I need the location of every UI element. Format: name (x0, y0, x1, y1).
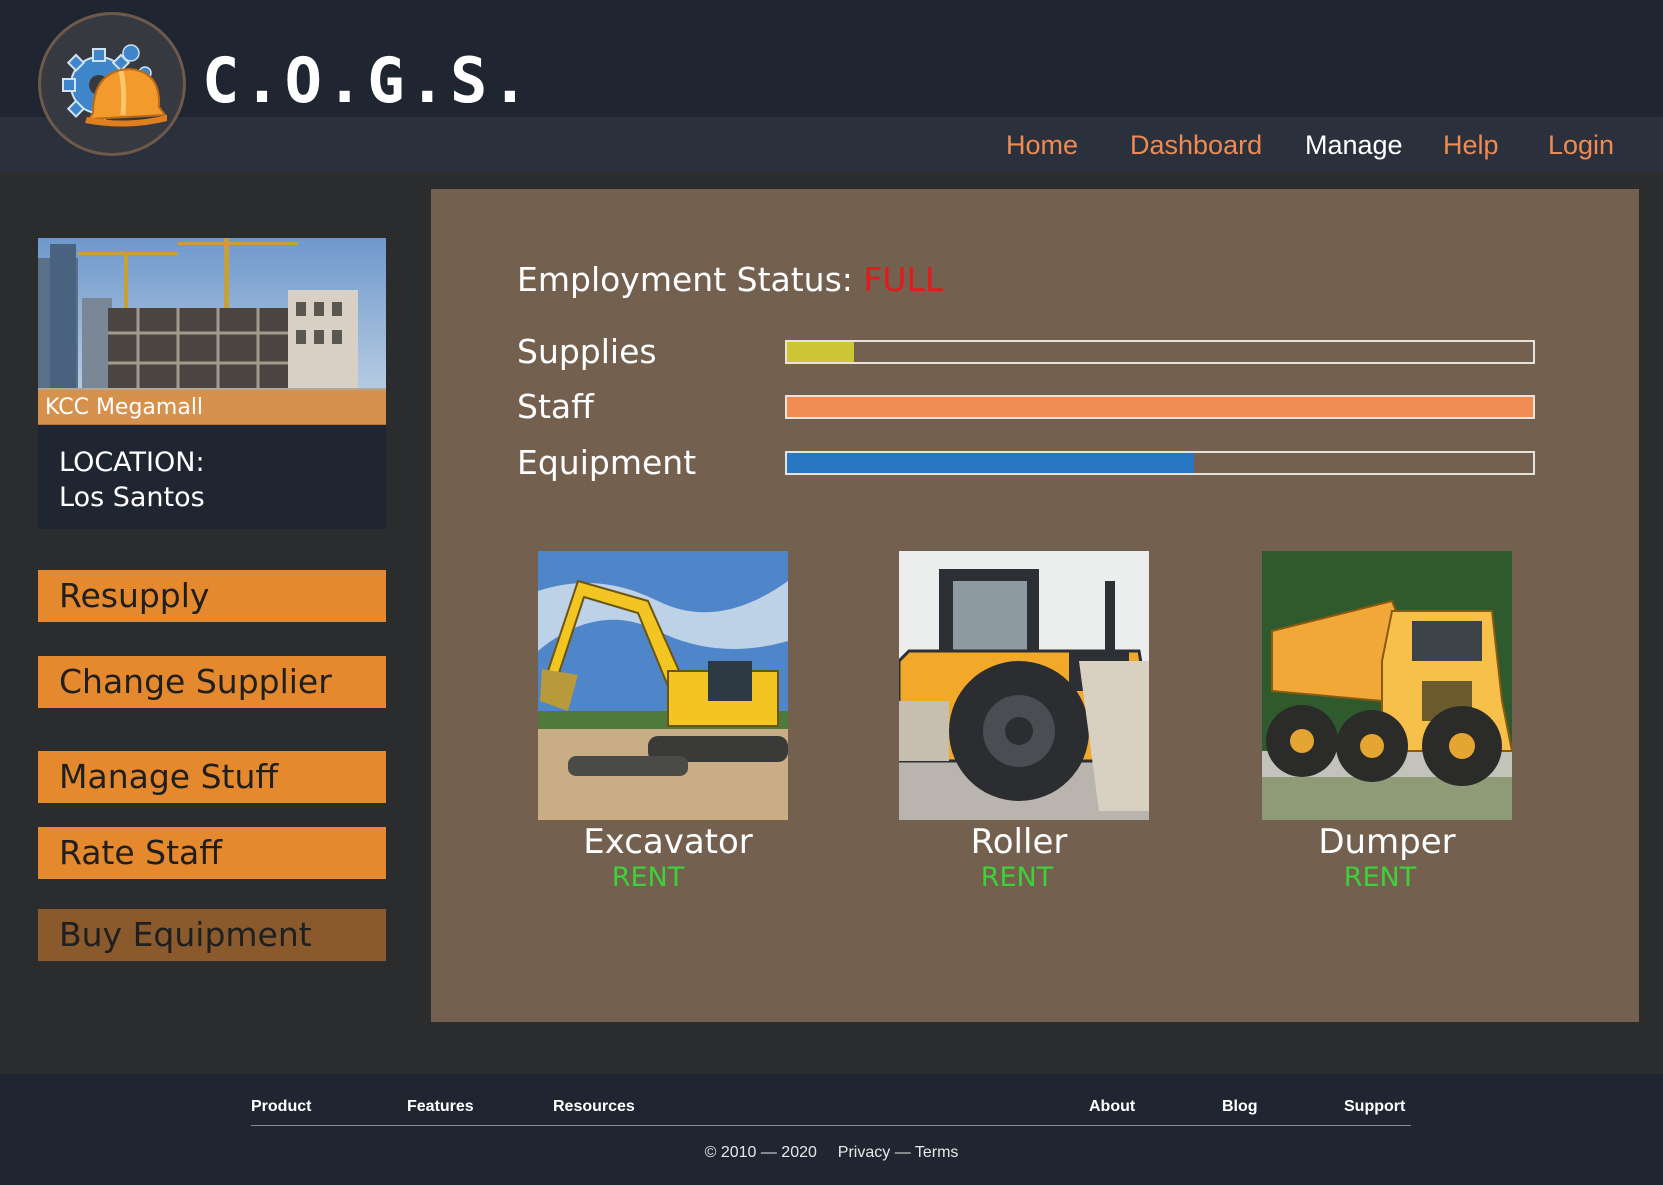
nav-manage[interactable]: Manage (1305, 123, 1403, 167)
nav-help[interactable]: Help (1443, 123, 1499, 167)
employment-status-value: FULL (863, 260, 944, 299)
excavator-name: Excavator (583, 822, 753, 862)
rent-excavator-button[interactable]: RENT (523, 862, 773, 894)
brand-name: C.O.G.S. (202, 44, 533, 117)
footer-divider (251, 1125, 1411, 1126)
rate-staff-button[interactable]: Rate Staff (38, 827, 386, 879)
employment-status-label: Employment Status: (517, 260, 853, 299)
location-value: Los Santos (59, 482, 205, 513)
dumper-name: Dumper (1318, 822, 1456, 862)
equipment-bar (785, 451, 1535, 475)
staff-bar-fill (787, 397, 1533, 417)
rent-dumper-button[interactable]: RENT (1255, 862, 1505, 894)
footer-link-about[interactable]: About (1089, 1096, 1135, 1118)
location-label: LOCATION: (59, 447, 205, 478)
nav-dashboard[interactable]: Dashboard (1130, 123, 1262, 167)
employment-status: Employment Status: FULL (517, 258, 943, 302)
staff-label: Staff (517, 387, 594, 426)
equipment-label: Equipment (517, 443, 697, 482)
privacy-terms-link[interactable]: Privacy — Terms (838, 1144, 959, 1161)
supplies-bar-fill (787, 342, 855, 362)
staff-bar (785, 395, 1535, 419)
roller-name: Roller (970, 822, 1068, 862)
buy-equipment-button[interactable]: Buy Equipment (38, 909, 386, 961)
roller-image[interactable] (899, 551, 1149, 820)
nav-home[interactable]: Home (1006, 123, 1078, 167)
change-supplier-button[interactable]: Change Supplier (38, 656, 386, 708)
gear-hardhat-icon (62, 44, 167, 127)
equipment-bar-fill (787, 453, 1194, 473)
footer-copyright: © 2010 — 2020 Privacy — Terms (0, 1143, 1663, 1163)
logo[interactable] (38, 12, 186, 156)
footer-link-support[interactable]: Support (1344, 1096, 1405, 1118)
resupply-button[interactable]: Resupply (38, 570, 386, 622)
manage-stuff-button[interactable]: Manage Stuff (38, 751, 386, 803)
footer-link-features[interactable]: Features (407, 1096, 474, 1118)
footer-link-resources[interactable]: Resources (553, 1096, 635, 1118)
site-name: KCC Megamall (38, 390, 386, 425)
supplies-bar (785, 340, 1535, 364)
dumper-image[interactable] (1262, 551, 1512, 820)
location-box: LOCATION: Los Santos (38, 425, 386, 529)
supplies-label: Supplies (517, 332, 657, 371)
copyright-text: © 2010 — 2020 (704, 1144, 817, 1161)
nav-login[interactable]: Login (1548, 123, 1614, 167)
site-footer (0, 1074, 1663, 1185)
footer-link-product[interactable]: Product (251, 1096, 311, 1118)
rent-roller-button[interactable]: RENT (892, 862, 1142, 894)
excavator-image[interactable] (538, 551, 788, 820)
footer-link-blog[interactable]: Blog (1222, 1096, 1258, 1118)
nav-bar (0, 117, 1663, 172)
